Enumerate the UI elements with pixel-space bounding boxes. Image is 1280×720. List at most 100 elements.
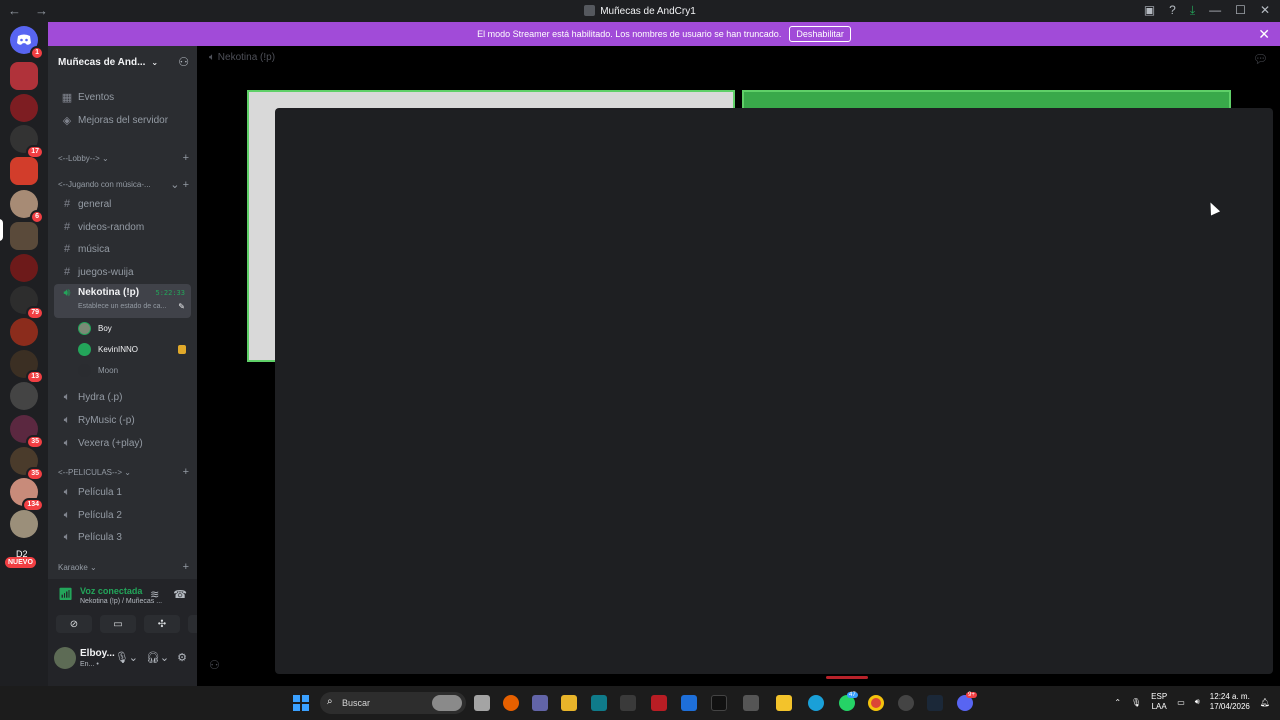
close-window-icon[interactable]: ✕: [1260, 3, 1270, 18]
activities-button[interactable]: ✣: [144, 615, 180, 633]
server-icon-6[interactable]: [10, 254, 38, 282]
channel-juegos-wuija[interactable]: # juegos-wuija: [54, 262, 191, 282]
server-icon-2[interactable]: [10, 94, 38, 122]
voice-channel-vexera[interactable]: 🔈︎ Vexera (+play): [54, 433, 191, 453]
channel-musica[interactable]: # música: [54, 239, 191, 259]
server-icon-current[interactable]: [10, 222, 38, 250]
add-channel-icon[interactable]: +: [183, 466, 189, 478]
voice-channel-rymusic[interactable]: 🔈︎ RyMusic (-p): [54, 410, 191, 430]
app-icon[interactable]: [743, 695, 759, 711]
user-name[interactable]: Elboy...: [80, 648, 115, 659]
discord-logo-icon: [17, 34, 31, 45]
photos-icon[interactable]: [591, 695, 607, 711]
language-indicator[interactable]: ESP LAA: [1151, 692, 1167, 712]
task-view-icon[interactable]: [474, 695, 490, 711]
voice-user[interactable]: Boy: [78, 319, 190, 337]
voice-status[interactable]: Voz conectada: [80, 586, 142, 596]
app-icon[interactable]: [898, 695, 914, 711]
channel-status-text[interactable]: Establece un estado de ca...: [78, 303, 166, 310]
headphones-icon[interactable]: 🎧︎⌄: [146, 651, 169, 664]
lang-top: ESP: [1151, 692, 1168, 701]
volume-icon[interactable]: 🔊︎: [1195, 697, 1200, 707]
invite-people-icon[interactable]: ⚇: [178, 55, 189, 69]
server-icon-12[interactable]: 35: [10, 447, 44, 481]
voice-channel-pelicula-1[interactable]: 🔈︎ Película 1: [54, 482, 191, 502]
server-icon-4[interactable]: [10, 157, 38, 185]
camera-off-button[interactable]: ⊘: [56, 615, 92, 633]
voice-user[interactable]: Moon: [78, 361, 190, 379]
activity-overlay[interactable]: [275, 108, 1273, 674]
category-karaoke[interactable]: Karaoke ⌄ +: [54, 561, 191, 577]
category-lobby[interactable]: <--Lobby--> ⌄ +: [54, 152, 191, 168]
steam-icon[interactable]: [927, 695, 943, 711]
voice-channel-hydra[interactable]: 🔈︎ Hydra (.p): [54, 387, 191, 407]
mail-icon[interactable]: [681, 695, 697, 711]
screen-share-button[interactable]: ▭: [100, 615, 136, 633]
network-icon[interactable]: ▭: [1177, 698, 1185, 707]
server-icon-5[interactable]: 6: [10, 190, 44, 224]
help-icon[interactable]: ?: [1169, 3, 1176, 18]
channel-header-label: Nekotina (!p): [217, 52, 276, 63]
avatar: [78, 342, 91, 356]
add-user-icon[interactable]: ⚇: [209, 658, 220, 672]
category-music[interactable]: <--Jugando con música-... ⌄ +: [54, 178, 191, 194]
speaker-icon: 🔈︎: [63, 436, 71, 449]
chevron-up-icon[interactable]: ⌃: [1114, 698, 1121, 707]
video-tile[interactable]: [742, 90, 1231, 110]
voice-user-name: Boy: [98, 323, 112, 333]
clock[interactable]: 12:24 a. m. 17/04/2026: [1210, 692, 1250, 712]
add-channel-icon[interactable]: +: [183, 152, 189, 164]
server-icon-1[interactable]: [10, 62, 38, 90]
tiktok-icon[interactable]: [711, 695, 727, 711]
server-icon-3[interactable]: 17: [10, 125, 44, 159]
edge-icon[interactable]: [808, 695, 824, 711]
server-icon-10[interactable]: [10, 382, 38, 410]
signal-icon[interactable]: 📶︎: [58, 587, 73, 601]
microphone-icon[interactable]: 🎙︎⌄: [115, 651, 138, 664]
avatar[interactable]: [54, 647, 76, 669]
gear-icon[interactable]: ⚙: [177, 651, 187, 664]
maximize-icon[interactable]: ☐: [1235, 3, 1246, 18]
server-boosts-item[interactable]: ◈ Mejoras del servidor: [54, 110, 191, 130]
disable-streamer-button[interactable]: Deshabilitar: [789, 26, 851, 42]
voice-channel-pelicula-2[interactable]: 🔈︎ Película 2: [54, 505, 191, 525]
voice-channel-active[interactable]: 🔊︎ Nekotina (!p) 5:22:33 Establece un es…: [54, 284, 191, 318]
edit-pencil-icon[interactable]: ✎: [178, 302, 185, 311]
netflix-icon[interactable]: [651, 695, 667, 711]
channel-videos-random[interactable]: # videos-random: [54, 217, 191, 237]
server-icon-7[interactable]: 79: [10, 286, 44, 320]
teams-icon[interactable]: [532, 695, 548, 711]
events-item[interactable]: ▦ Eventos: [54, 87, 191, 107]
chat-bubble-icon[interactable]: 💬︎: [1253, 52, 1268, 66]
close-banner-icon[interactable]: ✕: [1258, 26, 1270, 43]
notification-icon[interactable]: 🔔︎: [1260, 698, 1270, 707]
firefox-icon[interactable]: [503, 695, 519, 711]
server-icon-14[interactable]: [10, 510, 38, 538]
server-icon-9[interactable]: 13: [10, 350, 44, 384]
chrome-icon[interactable]: [868, 695, 884, 711]
download-icon[interactable]: ⤓: [1190, 3, 1195, 18]
windows-start-icon[interactable]: [293, 695, 309, 711]
taskbar-search[interactable]: ⌕ Buscar: [320, 692, 466, 714]
channel-general[interactable]: # general: [54, 194, 191, 214]
server-header[interactable]: Muñecas de And... ⌄ ⚇: [48, 46, 197, 78]
disconnect-icon[interactable]: ☎: [173, 588, 187, 601]
channel-label: RyMusic (-p): [78, 414, 135, 426]
minimize-icon[interactable]: —: [1209, 3, 1221, 18]
voice-channel-pelicula-3[interactable]: 🔈︎ Película 3: [54, 527, 191, 547]
server-icon-8[interactable]: [10, 318, 38, 346]
server-icon-13[interactable]: 134: [10, 478, 44, 512]
microphone-icon[interactable]: 🎙︎: [1131, 698, 1141, 707]
app-icon[interactable]: [620, 695, 636, 711]
file-explorer-icon[interactable]: [776, 695, 792, 711]
store-icon[interactable]: [561, 695, 577, 711]
noise-suppression-icon[interactable]: ≋: [150, 588, 159, 601]
home-button[interactable]: 1: [10, 26, 44, 60]
category-peliculas[interactable]: <--PELICULAS--> ⌄ +: [54, 466, 191, 482]
screen-icon[interactable]: ▣: [1144, 3, 1155, 18]
speaker-icon: 🔈︎: [63, 530, 71, 543]
server-icon-11[interactable]: 35: [10, 415, 44, 449]
voice-user[interactable]: KevinINNO: [78, 340, 190, 358]
add-channel-icon[interactable]: +: [183, 561, 189, 573]
add-channel-icon[interactable]: ⌄ +: [170, 178, 189, 191]
